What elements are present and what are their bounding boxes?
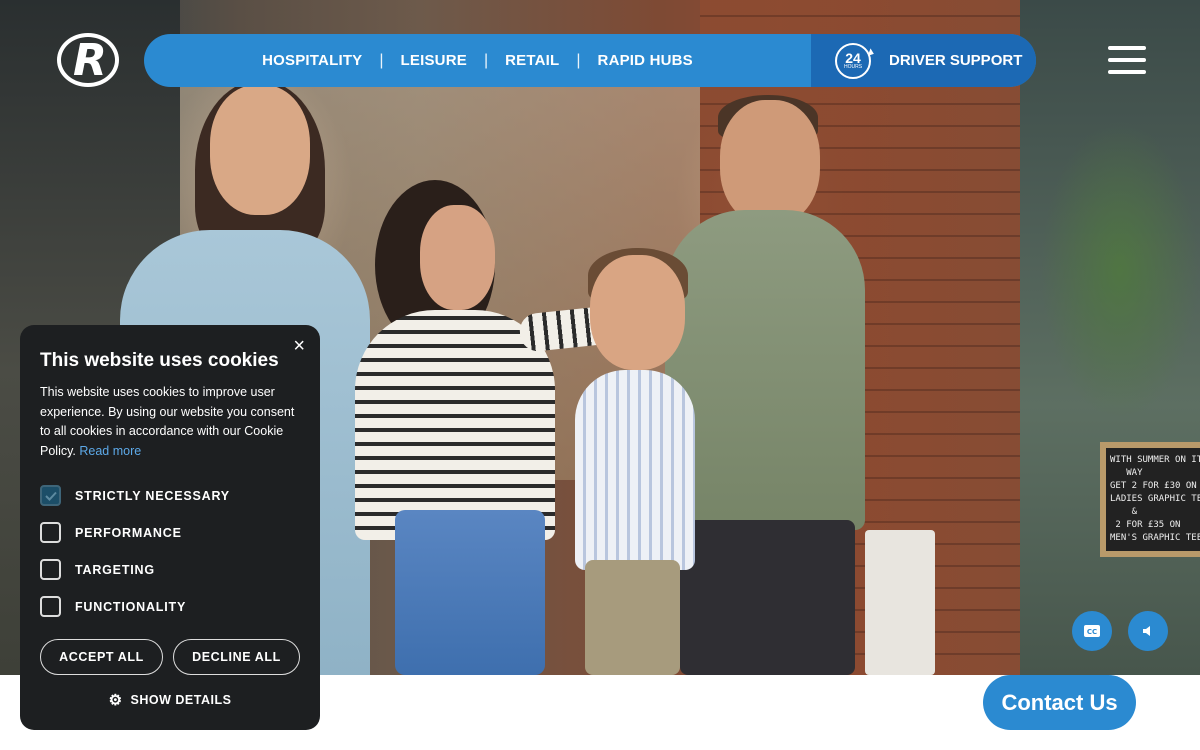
option-label: PERFORMANCE bbox=[75, 525, 182, 540]
mute-button[interactable] bbox=[1128, 611, 1168, 651]
nav-separator: | bbox=[379, 51, 384, 69]
girl-face bbox=[420, 205, 495, 310]
accept-all-button[interactable]: ACCEPT ALL bbox=[40, 639, 163, 675]
boy-face bbox=[590, 255, 685, 370]
nav-separator: | bbox=[576, 51, 581, 69]
sale-board: WITH SUMMER ON ITS WAY GET 2 FOR £30 ON … bbox=[1100, 442, 1200, 557]
option-label: TARGETING bbox=[75, 562, 155, 577]
gear-icon: ⚙ bbox=[108, 692, 123, 709]
option-targeting[interactable]: TARGETING bbox=[40, 559, 155, 580]
driver-support-label: DRIVER SUPPORT bbox=[889, 52, 1023, 69]
closed-captions-icon: CC bbox=[1084, 625, 1100, 637]
badge-number: 24 bbox=[845, 50, 861, 66]
nav-retail[interactable]: RETAIL bbox=[505, 52, 559, 69]
option-label: FUNCTIONALITY bbox=[75, 599, 187, 614]
man-face bbox=[720, 100, 820, 225]
option-performance[interactable]: PERFORMANCE bbox=[40, 522, 182, 543]
main-nav: HOSPITALITY | LEISURE | RETAIL | RAPID H… bbox=[144, 34, 1036, 87]
logo-mark[interactable]: R bbox=[70, 36, 110, 86]
option-functionality[interactable]: FUNCTIONALITY bbox=[40, 596, 186, 617]
show-details-label: SHOW DETAILS bbox=[130, 693, 232, 707]
cookie-description: This website uses cookies to improve use… bbox=[40, 383, 302, 461]
cookie-title: This website uses cookies bbox=[40, 350, 279, 371]
show-details-button[interactable]: ⚙ SHOW DETAILS bbox=[20, 691, 320, 709]
nav-separator: | bbox=[483, 51, 489, 69]
checkbox-targeting[interactable] bbox=[40, 559, 61, 580]
boy-legs bbox=[585, 560, 680, 675]
cookie-consent-panel: × This website uses cookies This website… bbox=[20, 325, 320, 730]
badge-hours: HOURS bbox=[843, 64, 863, 70]
shopping-bag bbox=[865, 530, 935, 675]
woman-face bbox=[210, 85, 310, 215]
closed-captions-button[interactable]: CC bbox=[1072, 611, 1112, 651]
option-strictly-necessary[interactable]: STRICTLY NECESSARY bbox=[40, 485, 230, 506]
nav-rapid-hubs[interactable]: RAPID HUBS bbox=[598, 52, 693, 69]
boy-body bbox=[575, 370, 695, 570]
menu-icon[interactable] bbox=[1108, 46, 1146, 74]
checkbox-strictly-necessary[interactable] bbox=[40, 485, 61, 506]
plant bbox=[1040, 120, 1200, 420]
svg-text:CC: CC bbox=[1087, 628, 1097, 636]
read-more-link[interactable]: Read more bbox=[79, 444, 141, 458]
speaker-mute-icon bbox=[1143, 626, 1150, 636]
checkbox-functionality[interactable] bbox=[40, 596, 61, 617]
close-icon[interactable]: × bbox=[293, 335, 305, 358]
driver-support-button[interactable]: 24 HOURS DRIVER SUPPORT bbox=[811, 34, 1036, 87]
24-hour-clock-icon: 24 HOURS bbox=[835, 42, 871, 79]
decline-all-button[interactable]: DECLINE ALL bbox=[173, 639, 300, 675]
girl-skirt bbox=[395, 510, 545, 675]
contact-us-button[interactable]: Contact Us bbox=[983, 675, 1136, 730]
man-body bbox=[665, 210, 865, 530]
nav-hospitality[interactable]: HOSPITALITY bbox=[262, 52, 362, 69]
nav-links: HOSPITALITY | LEISURE | RETAIL | RAPID H… bbox=[144, 34, 811, 87]
checkbox-performance[interactable] bbox=[40, 522, 61, 543]
checkmark-icon bbox=[44, 491, 57, 501]
nav-leisure[interactable]: LEISURE bbox=[401, 52, 467, 69]
option-label: STRICTLY NECESSARY bbox=[75, 488, 230, 503]
man-legs bbox=[680, 520, 855, 675]
